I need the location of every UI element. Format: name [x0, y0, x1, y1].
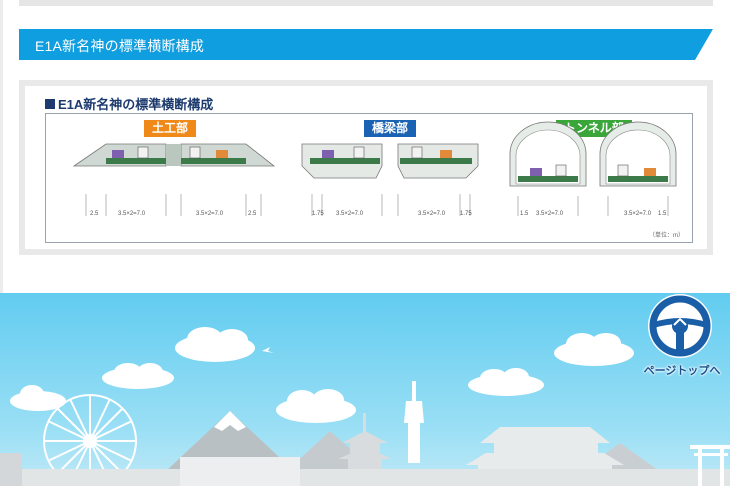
unit-note: （単位：m） [649, 233, 684, 239]
page: E1A新名神の標準横断構成 E1A新名神の標準横断構成 土工部 橋梁部 トンネル… [0, 0, 730, 486]
dim-bridge-shoulder-right: 1.75 [460, 211, 472, 217]
section-heading-bar: E1A新名神の標準横断構成 [19, 29, 713, 60]
dim-earthwork-lanes-left: 3.5×2=7.0 [118, 211, 146, 217]
figure-frame: E1A新名神の標準横断構成 土工部 橋梁部 トンネル部 2.5 3.5×2=7.… [25, 86, 707, 249]
square-bullet-icon [45, 99, 55, 109]
bridge-drawing [301, 143, 479, 216]
footer-cityscape [0, 293, 730, 486]
tunnel-drawing [509, 121, 677, 216]
cross-section-figure: E1A新名神の標準横断構成 土工部 橋梁部 トンネル部 2.5 3.5×2=7.… [19, 80, 713, 255]
dim-earthwork-shoulder-right: 2.5 [248, 211, 257, 217]
dim-earthwork-lanes-right: 3.5×2=7.0 [196, 211, 224, 217]
cross-section-drawings [72, 121, 677, 216]
dim-bridge-lanes-right: 3.5×2=7.0 [418, 211, 446, 217]
dim-tunnel-shoulder-right: 1.5 [658, 211, 667, 217]
dim-tunnel-lanes-right: 3.5×2=7.0 [624, 211, 652, 217]
section-heading: E1A新名神の標準横断構成 [35, 38, 205, 54]
dim-bridge-lanes-left: 3.5×2=7.0 [336, 211, 364, 217]
dim-tunnel-shoulder-left: 1.5 [520, 211, 529, 217]
cityscape-illustration [0, 327, 730, 486]
kyoto-tower [404, 381, 424, 463]
steering-wheel-icon [648, 294, 712, 358]
figure-title-text: E1A新名神の標準横断構成 [58, 97, 214, 112]
divider [19, 0, 713, 6]
figure-diagram-box: 土工部 橋梁部 トンネル部 2.5 3.5×2=7.0 3.5×2=7.0 2.… [45, 113, 693, 243]
dim-bridge-shoulder-left: 1.75 [312, 211, 324, 217]
dim-earthwork-shoulder-left: 2.5 [90, 211, 99, 217]
content-area: E1A新名神の標準横断構成 E1A新名神の標準横断構成 土工部 橋梁部 トンネル… [3, 0, 730, 293]
page-top-label[interactable]: ページトップへ [634, 362, 730, 378]
figure-title: E1A新名神の標準横断構成 [45, 94, 213, 113]
dim-tunnel-lanes-left: 3.5×2=7.0 [536, 211, 564, 217]
page-top-button[interactable]: ページトップへ [634, 292, 728, 384]
earthwork-drawing [72, 143, 276, 216]
